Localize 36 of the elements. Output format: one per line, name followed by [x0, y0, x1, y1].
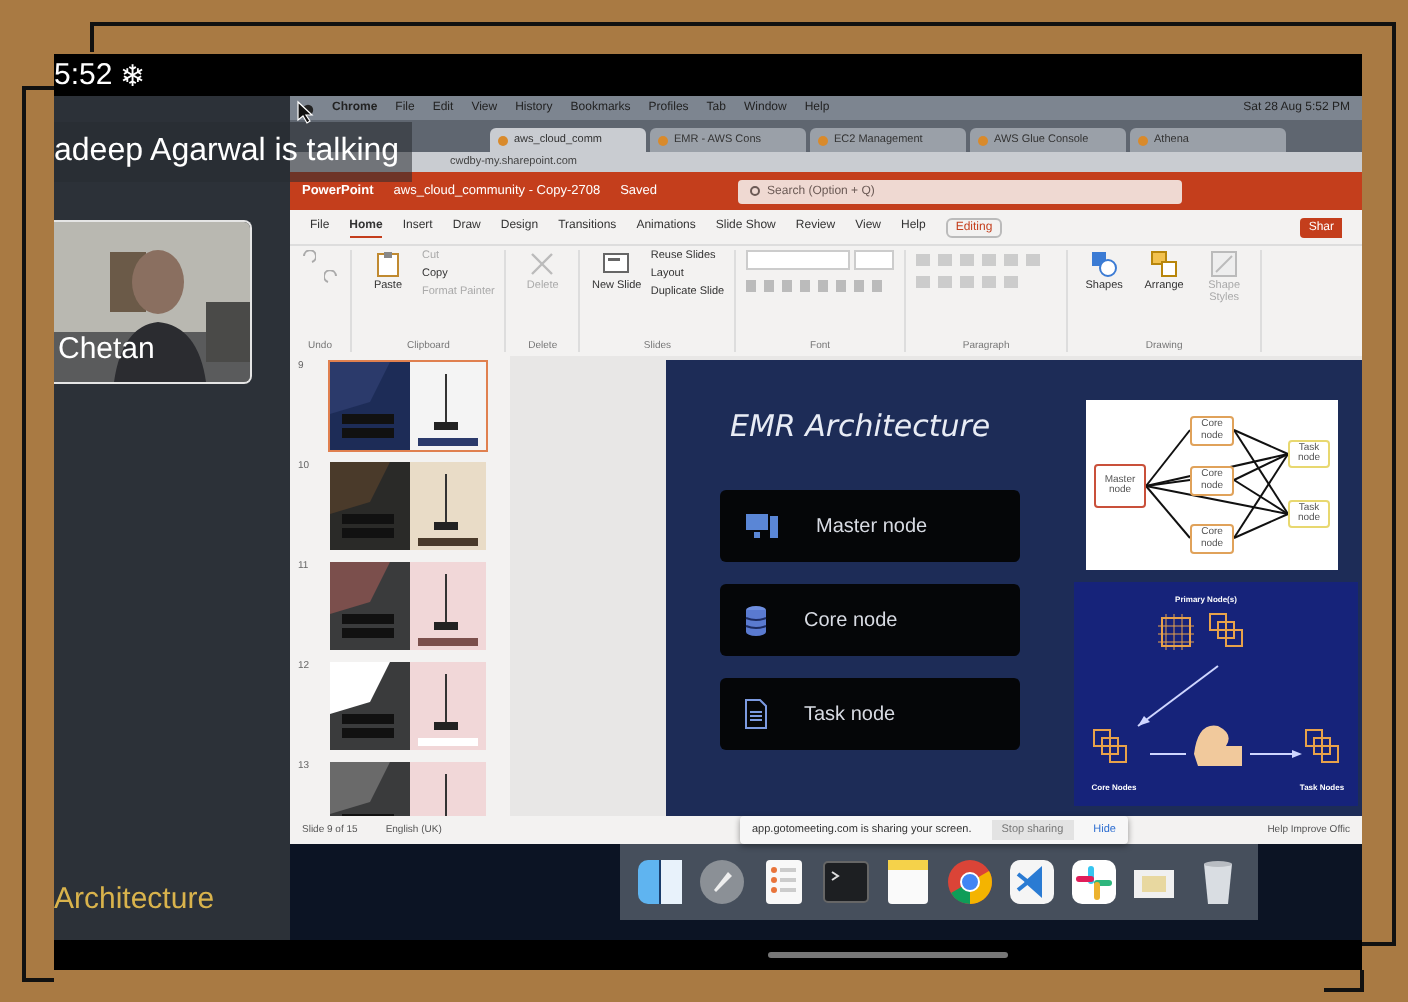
database-icon — [744, 604, 768, 636]
caption-text: Architecture — [54, 882, 217, 916]
shapes-icon — [1090, 250, 1119, 278]
server-stack-icon — [1305, 729, 1339, 763]
notepad-icon[interactable] — [884, 858, 932, 906]
format-toolbar-icon — [746, 280, 887, 292]
chip-icon — [1157, 613, 1195, 651]
node-label: Master node — [816, 515, 928, 537]
slide-title: EMR Architecture — [730, 408, 993, 444]
terminal-icon[interactable] — [822, 858, 870, 906]
document-icon — [744, 698, 768, 730]
clipboard-icon — [374, 250, 402, 278]
font-field[interactable] — [746, 250, 851, 270]
participant-tile[interactable]: Chetan — [54, 220, 252, 384]
participant-name: Chetan — [58, 332, 155, 366]
arrow-icon — [1249, 750, 1302, 758]
arrow-icon — [1137, 665, 1219, 727]
slide-icon — [602, 250, 631, 278]
pen-icon — [1210, 250, 1239, 278]
list-icon[interactable] — [760, 858, 808, 906]
monitor-icon — [744, 512, 780, 540]
arrange-icon — [1150, 250, 1179, 278]
close-icon — [528, 250, 557, 278]
status-time: 5:52 — [54, 58, 113, 92]
server-stack-icon — [1209, 613, 1243, 647]
cursor-icon — [296, 100, 314, 124]
node-label: Core node — [804, 609, 898, 631]
round-browser-icon[interactable] — [946, 858, 994, 906]
flexed-arm-icon — [1194, 725, 1242, 766]
font-size-field[interactable] — [854, 250, 895, 270]
snowflake-icon: ❄ — [120, 57, 147, 93]
server-stack-icon — [1093, 729, 1127, 763]
code-editor-icon[interactable] — [1008, 858, 1056, 906]
chat-app-icon[interactable] — [1070, 858, 1118, 906]
node-label: Task node — [804, 703, 896, 725]
search-icon — [749, 185, 762, 197]
